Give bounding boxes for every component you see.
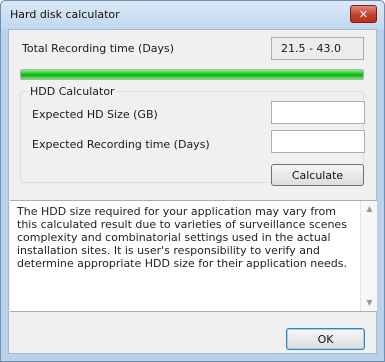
- close-icon: ✕: [358, 7, 369, 21]
- calculate-button[interactable]: Calculate: [271, 164, 364, 186]
- progress-bar: [20, 69, 364, 80]
- hd-size-input[interactable]: [271, 101, 365, 124]
- scroll-down-icon[interactable]: ▼: [361, 295, 378, 311]
- disclaimer-textbox[interactable]: The HDD size required for your applicati…: [10, 200, 377, 312]
- scroll-up-icon[interactable]: ▲: [361, 201, 378, 217]
- recording-days-label: Expected Recording time (Days): [32, 138, 210, 151]
- calculator-window: Hard disk calculator ✕ Total Recording t…: [0, 0, 385, 362]
- ok-button[interactable]: OK: [286, 328, 365, 350]
- disclaimer-text: The HDD size required for your applicati…: [17, 205, 347, 270]
- hdd-calculator-legend: HDD Calculator: [28, 85, 117, 98]
- close-button[interactable]: ✕: [350, 5, 377, 23]
- title-bar: Hard disk calculator ✕: [1, 1, 384, 29]
- total-recording-label: Total Recording time (Days): [22, 42, 175, 55]
- total-recording-value: 21.5 - 43.0: [271, 37, 364, 60]
- progress-fill: [21, 70, 363, 79]
- hd-size-label: Expected HD Size (GB): [32, 108, 158, 121]
- dialog-body: Total Recording time (Days) 21.5 - 43.0 …: [8, 29, 377, 354]
- disclaimer-scrollbar[interactable]: ▲ ▼: [360, 201, 377, 311]
- window-title: Hard disk calculator: [10, 8, 120, 21]
- recording-days-input[interactable]: [271, 130, 365, 153]
